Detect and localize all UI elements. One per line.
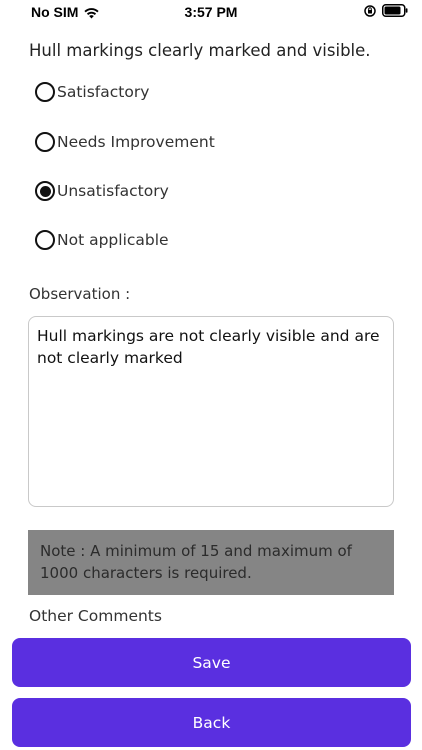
save-button[interactable]: Save (12, 638, 411, 687)
radio-label: Needs Improvement (57, 133, 215, 151)
radio-label: Satisfactory (57, 83, 150, 101)
radio-label: Not applicable (57, 231, 169, 249)
status-right (364, 4, 408, 17)
radio-option-not-applicable[interactable]: Not applicable (35, 227, 169, 253)
status-bar: No SIM 3:57 PM (0, 0, 422, 26)
radio-button[interactable] (35, 230, 55, 250)
other-comments-label: Other Comments (29, 607, 162, 625)
radio-button[interactable] (35, 82, 55, 102)
question-text: Hull markings clearly marked and visible… (29, 41, 371, 60)
orientation-lock-icon (364, 4, 376, 17)
battery-icon (382, 4, 408, 17)
observation-label: Observation : (29, 285, 131, 303)
note-box: Note : A minimum of 15 and maximum of 10… (28, 530, 394, 595)
radio-button[interactable] (35, 132, 55, 152)
note-text: Note : A minimum of 15 and maximum of 10… (40, 542, 352, 582)
radio-option-satisfactory[interactable]: Satisfactory (35, 79, 149, 105)
clock: 3:57 PM (184, 4, 238, 20)
back-button[interactable]: Back (12, 698, 411, 747)
observation-textarea[interactable]: Hull markings are not clearly visible an… (28, 316, 394, 507)
radio-option-unsatisfactory[interactable]: Unsatisfactory (35, 178, 169, 204)
radio-button-selected[interactable] (35, 181, 55, 201)
radio-label: Unsatisfactory (57, 182, 169, 200)
radio-option-needs-improvement[interactable]: Needs Improvement (35, 129, 215, 155)
